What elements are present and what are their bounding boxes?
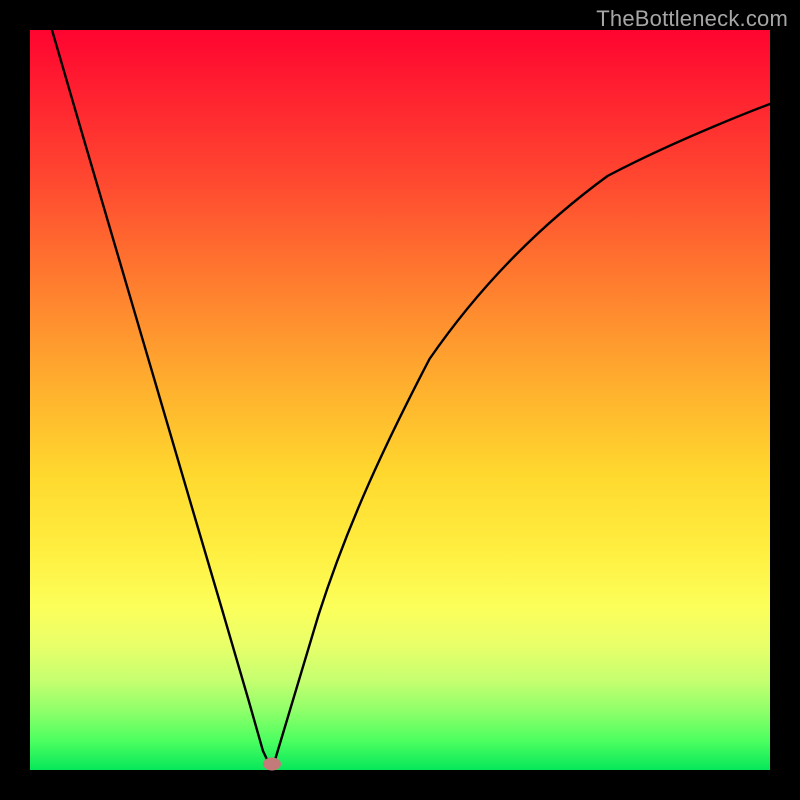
- plot-area: [30, 30, 770, 770]
- curve-path: [52, 30, 770, 770]
- bottleneck-curve: [30, 30, 770, 770]
- watermark-text: TheBottleneck.com: [596, 6, 788, 32]
- optimum-marker: [263, 758, 281, 771]
- chart-frame: TheBottleneck.com: [0, 0, 800, 800]
